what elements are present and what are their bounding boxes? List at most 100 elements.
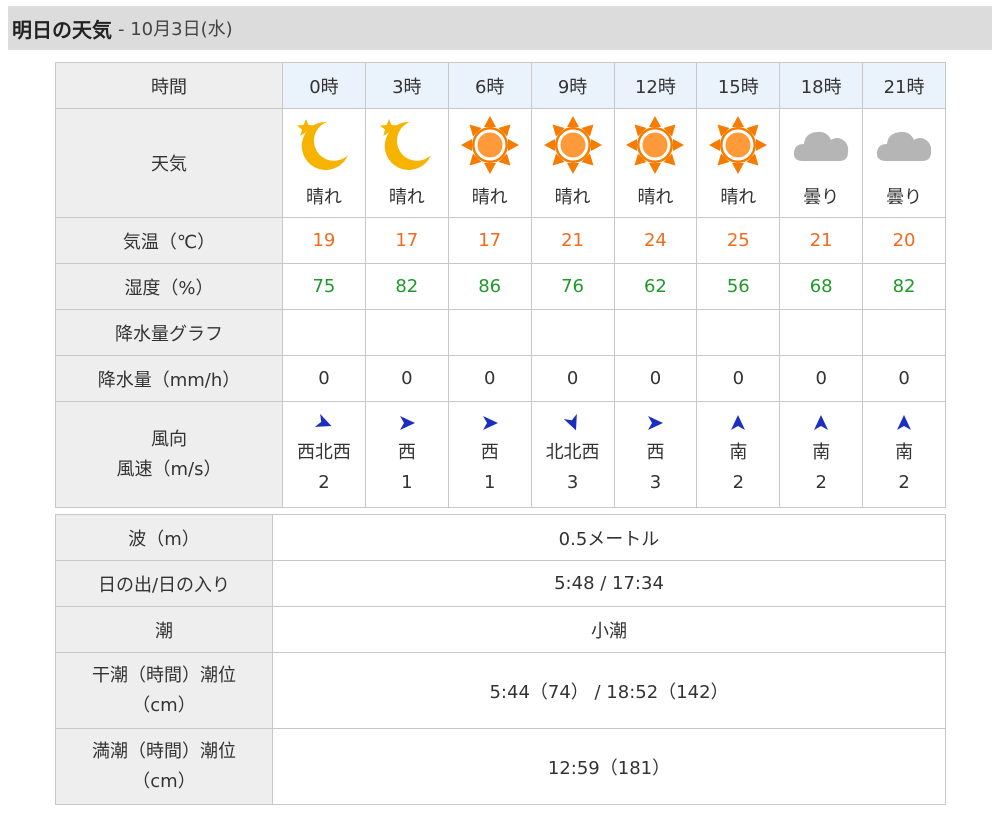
weather-text: 曇り [886, 187, 923, 208]
page-title: 明日の天気 [12, 17, 112, 42]
rain-graph-cell [282, 309, 366, 356]
temperature-cell: 21 [779, 217, 864, 264]
time-cell: 3時 [364, 62, 449, 109]
high-tide-label: 満潮（時間）潮位（cm） [55, 728, 273, 805]
rain-graph-row: 降水量グラフ [55, 309, 946, 356]
tide-table: 波（m） 0.5メートル 日の出/日の入り 5:48 / 17:34 潮 小潮 … [55, 514, 946, 805]
wind-arrow-icon [398, 412, 416, 430]
humidity-cell: 82 [862, 263, 946, 310]
wind-speed-label: 風速（m/s） [116, 458, 222, 480]
weather-text: 晴れ [471, 187, 508, 208]
wind-direction: 北北西 [545, 441, 600, 463]
sunrise-sunset-value: 5:48 / 17:34 [272, 560, 946, 607]
wind-speed: 2 [732, 471, 745, 493]
rain-graph-cell [613, 309, 698, 356]
time-label: 時間 [55, 62, 283, 109]
wind-speed: 3 [566, 471, 579, 493]
cloud-icon [791, 115, 851, 175]
rain-graph-cell [779, 309, 864, 356]
rain-graph-cell [364, 309, 449, 356]
wind-direction-label: 風向 [151, 428, 187, 450]
wind-direction: 西 [480, 441, 499, 463]
rain-cell: 0 [779, 355, 864, 402]
weather-row: 天気 晴れ 晴れ 晴れ 晴れ 晴れ 晴れ 曇り 曇り [55, 108, 946, 218]
moon-star-icon [377, 115, 437, 175]
tide-row: 潮 小潮 [55, 606, 946, 653]
wind-speed: 2 [318, 471, 330, 493]
time-row: 時間 0時 3時 6時 9時 12時 15時 18時 21時 [55, 62, 946, 109]
humidity-cell: 82 [364, 263, 449, 310]
wind-cell: 西1 [447, 401, 532, 508]
sun-icon [625, 115, 685, 175]
page-header: 明日の天気 - 10月3日(水) [8, 6, 992, 50]
temperature-row: 気温（℃） 19 17 17 21 24 25 21 20 [55, 217, 946, 264]
temperature-label: 気温（℃） [55, 217, 283, 264]
rain-graph-cell [696, 309, 781, 356]
weather-text: 晴れ [388, 187, 425, 208]
wave-value: 0.5メートル [272, 514, 946, 561]
wind-arrow-icon [314, 412, 333, 430]
wind-arrow-icon [812, 412, 830, 430]
wind-cell: 南2 [779, 401, 864, 508]
rain-cell: 0 [862, 355, 946, 402]
weather-text: 曇り [803, 187, 840, 208]
wind-arrow-icon [895, 412, 913, 430]
weather-cell: 晴れ [530, 108, 615, 218]
rain-cell: 0 [364, 355, 449, 402]
humidity-cell: 68 [779, 263, 864, 310]
wind-speed: 1 [401, 471, 413, 493]
rain-cell: 0 [447, 355, 532, 402]
weather-cell: 晴れ [282, 108, 366, 218]
time-cell: 21時 [862, 62, 946, 109]
cloud-icon [874, 115, 934, 175]
weather-text: 晴れ [554, 187, 591, 208]
high-tide-value: 12:59（181） [272, 728, 946, 805]
humidity-cell: 86 [447, 263, 532, 310]
weather-label: 天気 [55, 108, 283, 218]
weather-cell: 晴れ [364, 108, 449, 218]
time-cell: 6時 [447, 62, 532, 109]
weather-text: 晴れ [305, 187, 342, 208]
wind-speed: 3 [649, 471, 662, 493]
time-cell: 12時 [613, 62, 698, 109]
temperature-cell: 24 [613, 217, 698, 264]
rain-cell: 0 [282, 355, 366, 402]
low-tide-label: 干潮（時間）潮位（cm） [55, 652, 273, 729]
wind-direction: 西 [397, 441, 416, 463]
wind-direction: 西 [646, 441, 665, 463]
rain-graph-label: 降水量グラフ [55, 309, 283, 356]
humidity-cell: 62 [613, 263, 698, 310]
rain-graph-cell [530, 309, 615, 356]
weather-cell: 晴れ [613, 108, 698, 218]
wind-direction: 西北西 [296, 441, 351, 463]
wind-arrow-icon [563, 412, 582, 430]
wind-cell: 西3 [613, 401, 698, 508]
weather-cell: 曇り [779, 108, 864, 218]
forecast-table: 時間 0時 3時 6時 9時 12時 15時 18時 21時 天気 晴れ 晴れ … [55, 62, 946, 508]
sun-icon [708, 115, 768, 175]
wind-cell: 北北西 3 [530, 401, 615, 508]
time-cell: 0時 [282, 62, 366, 109]
wind-direction: 南 [729, 441, 748, 463]
humidity-cell: 56 [696, 263, 781, 310]
wind-arrow-icon [729, 412, 747, 430]
low-tide-value: 5:44（74） / 18:52（142） [272, 652, 946, 729]
wind-speed: 2 [815, 471, 827, 493]
weather-cell: 晴れ [447, 108, 532, 218]
wind-cell: 南2 [862, 401, 946, 508]
rain-label: 降水量（mm/h） [55, 355, 283, 402]
weather-text: 晴れ [637, 187, 674, 208]
rain-graph-cell [447, 309, 532, 356]
wind-direction: 南 [812, 441, 831, 463]
wind-cell: 南2 [696, 401, 781, 508]
temperature-cell: 20 [862, 217, 946, 264]
wind-speed: 1 [483, 471, 496, 493]
weather-text: 晴れ [720, 187, 757, 208]
temperature-cell: 21 [530, 217, 615, 264]
rain-cell: 0 [530, 355, 615, 402]
tide-row: 満潮（時間）潮位（cm） 12:59（181） [55, 728, 946, 805]
tide-row: 干潮（時間）潮位（cm） 5:44（74） / 18:52（142） [55, 652, 946, 729]
temperature-cell: 17 [364, 217, 449, 264]
humidity-row: 湿度（%） 75 82 86 76 62 56 68 82 [55, 263, 946, 310]
weather-cell: 曇り [862, 108, 946, 218]
